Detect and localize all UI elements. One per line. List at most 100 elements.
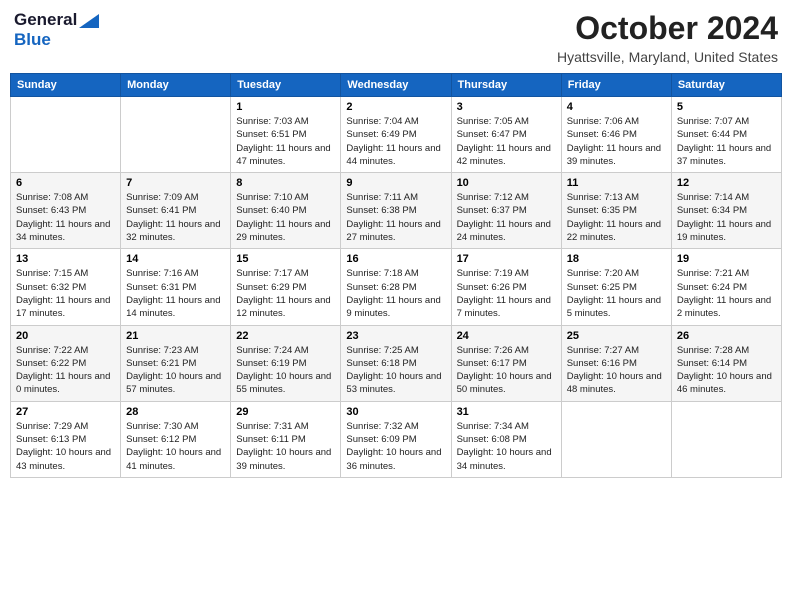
day-number: 7 — [126, 177, 225, 189]
day-number: 2 — [346, 101, 445, 113]
calendar-cell: 6 Sunrise: 7:08 AM Sunset: 6:43 PM Daylig… — [11, 173, 121, 249]
day-info: Sunrise: 7:17 AM Sunset: 6:29 PM Dayligh… — [236, 267, 335, 320]
day-info: Sunrise: 7:29 AM Sunset: 6:13 PM Dayligh… — [16, 420, 115, 473]
day-info: Sunrise: 7:27 AM Sunset: 6:16 PM Dayligh… — [567, 344, 666, 397]
day-number: 14 — [126, 253, 225, 265]
calendar-cell: 24 Sunrise: 7:26 AM Sunset: 6:17 PM Dayli… — [451, 325, 561, 401]
calendar-cell: 14 Sunrise: 7:16 AM Sunset: 6:31 PM Dayli… — [121, 249, 231, 325]
logo-blue: Blue — [14, 30, 51, 49]
day-info: Sunrise: 7:21 AM Sunset: 6:24 PM Dayligh… — [677, 267, 776, 320]
day-info: Sunrise: 7:15 AM Sunset: 6:32 PM Dayligh… — [16, 267, 115, 320]
calendar-cell: 10 Sunrise: 7:12 AM Sunset: 6:37 PM Dayli… — [451, 173, 561, 249]
calendar-cell: 12Sunrise: 7:14 AM Sunset: 6:34 PM Dayli… — [671, 173, 781, 249]
day-info: Sunrise: 7:09 AM Sunset: 6:41 PM Dayligh… — [126, 191, 225, 244]
calendar-cell: 1 Sunrise: 7:03 AM Sunset: 6:51 PM Daylig… — [231, 97, 341, 173]
day-number: 29 — [236, 406, 335, 418]
day-number: 18 — [567, 253, 666, 265]
weekday-header-monday: Monday — [121, 74, 231, 97]
day-info: Sunrise: 7:24 AM Sunset: 6:19 PM Dayligh… — [236, 344, 335, 397]
day-info: Sunrise: 7:11 AM Sunset: 6:38 PM Dayligh… — [346, 191, 445, 244]
day-number: 26 — [677, 330, 776, 342]
day-info: Sunrise: 7:12 AM Sunset: 6:37 PM Dayligh… — [457, 191, 556, 244]
day-info: Sunrise: 7:26 AM Sunset: 6:17 PM Dayligh… — [457, 344, 556, 397]
day-info: Sunrise: 7:05 AM Sunset: 6:47 PM Dayligh… — [457, 115, 556, 168]
day-number: 13 — [16, 253, 115, 265]
day-info: Sunrise: 7:10 AM Sunset: 6:40 PM Dayligh… — [236, 191, 335, 244]
day-info: Sunrise: 7:22 AM Sunset: 6:22 PM Dayligh… — [16, 344, 115, 397]
day-number: 8 — [236, 177, 335, 189]
calendar-cell: 27 Sunrise: 7:29 AM Sunset: 6:13 PM Dayli… — [11, 401, 121, 477]
calendar-cell — [561, 401, 671, 477]
day-info: Sunrise: 7:23 AM Sunset: 6:21 PM Dayligh… — [126, 344, 225, 397]
location-title: Hyattsville, Maryland, United States — [557, 49, 778, 65]
calendar-cell: 30 Sunrise: 7:32 AM Sunset: 6:09 PM Dayli… — [341, 401, 451, 477]
day-info: Sunrise: 7:19 AM Sunset: 6:26 PM Dayligh… — [457, 267, 556, 320]
day-info: Sunrise: 7:08 AM Sunset: 6:43 PM Dayligh… — [16, 191, 115, 244]
day-number: 22 — [236, 330, 335, 342]
day-number: 28 — [126, 406, 225, 418]
calendar-cell — [11, 97, 121, 173]
calendar-cell — [121, 97, 231, 173]
calendar-cell: 2Sunrise: 7:04 AM Sunset: 6:49 PM Daylig… — [341, 97, 451, 173]
page-header: General Blue October 2024 Hyattsville, M… — [10, 10, 782, 65]
day-number: 9 — [346, 177, 445, 189]
calendar-cell: 28 Sunrise: 7:30 AM Sunset: 6:12 PM Dayli… — [121, 401, 231, 477]
day-info: Sunrise: 7:25 AM Sunset: 6:18 PM Dayligh… — [346, 344, 445, 397]
calendar-cell: 8 Sunrise: 7:10 AM Sunset: 6:40 PM Daylig… — [231, 173, 341, 249]
day-info: Sunrise: 7:03 AM Sunset: 6:51 PM Dayligh… — [236, 115, 335, 168]
calendar-cell: 4Sunrise: 7:06 AM Sunset: 6:46 PM Daylig… — [561, 97, 671, 173]
day-number: 17 — [457, 253, 556, 265]
day-number: 21 — [126, 330, 225, 342]
logo: General Blue — [14, 10, 99, 50]
weekday-header-thursday: Thursday — [451, 74, 561, 97]
weekday-header-saturday: Saturday — [671, 74, 781, 97]
calendar-table: SundayMondayTuesdayWednesdayThursdayFrid… — [10, 73, 782, 478]
calendar-cell: 3 Sunrise: 7:05 AM Sunset: 6:47 PM Daylig… — [451, 97, 561, 173]
day-number: 10 — [457, 177, 556, 189]
day-number: 30 — [346, 406, 445, 418]
month-title: October 2024 — [557, 10, 778, 47]
day-info: Sunrise: 7:16 AM Sunset: 6:31 PM Dayligh… — [126, 267, 225, 320]
day-info: Sunrise: 7:13 AM Sunset: 6:35 PM Dayligh… — [567, 191, 666, 244]
weekday-header-friday: Friday — [561, 74, 671, 97]
calendar-cell: 31 Sunrise: 7:34 AM Sunset: 6:08 PM Dayli… — [451, 401, 561, 477]
day-number: 1 — [236, 101, 335, 113]
day-number: 25 — [567, 330, 666, 342]
calendar-cell: 16Sunrise: 7:18 AM Sunset: 6:28 PM Dayli… — [341, 249, 451, 325]
title-section: October 2024 Hyattsville, Maryland, Unit… — [557, 10, 778, 65]
day-number: 31 — [457, 406, 556, 418]
day-number: 24 — [457, 330, 556, 342]
day-number: 5 — [677, 101, 776, 113]
day-info: Sunrise: 7:32 AM Sunset: 6:09 PM Dayligh… — [346, 420, 445, 473]
calendar-week-2: 6 Sunrise: 7:08 AM Sunset: 6:43 PM Daylig… — [11, 173, 782, 249]
calendar-cell — [671, 401, 781, 477]
day-number: 15 — [236, 253, 335, 265]
calendar-cell: 11Sunrise: 7:13 AM Sunset: 6:35 PM Dayli… — [561, 173, 671, 249]
calendar-week-4: 20 Sunrise: 7:22 AM Sunset: 6:22 PM Dayli… — [11, 325, 782, 401]
day-number: 16 — [346, 253, 445, 265]
day-info: Sunrise: 7:07 AM Sunset: 6:44 PM Dayligh… — [677, 115, 776, 168]
calendar-cell: 15 Sunrise: 7:17 AM Sunset: 6:29 PM Dayli… — [231, 249, 341, 325]
calendar-cell: 29Sunrise: 7:31 AM Sunset: 6:11 PM Dayli… — [231, 401, 341, 477]
calendar-cell: 26 Sunrise: 7:28 AM Sunset: 6:14 PM Dayli… — [671, 325, 781, 401]
calendar-cell: 23Sunrise: 7:25 AM Sunset: 6:18 PM Dayli… — [341, 325, 451, 401]
weekday-header-wednesday: Wednesday — [341, 74, 451, 97]
calendar-cell: 9 Sunrise: 7:11 AM Sunset: 6:38 PM Daylig… — [341, 173, 451, 249]
day-info: Sunrise: 7:20 AM Sunset: 6:25 PM Dayligh… — [567, 267, 666, 320]
day-info: Sunrise: 7:30 AM Sunset: 6:12 PM Dayligh… — [126, 420, 225, 473]
calendar-cell: 17 Sunrise: 7:19 AM Sunset: 6:26 PM Dayli… — [451, 249, 561, 325]
calendar-cell: 22 Sunrise: 7:24 AM Sunset: 6:19 PM Dayli… — [231, 325, 341, 401]
calendar-cell: 25 Sunrise: 7:27 AM Sunset: 6:16 PM Dayli… — [561, 325, 671, 401]
calendar-cell: 18 Sunrise: 7:20 AM Sunset: 6:25 PM Dayli… — [561, 249, 671, 325]
day-number: 3 — [457, 101, 556, 113]
day-number: 27 — [16, 406, 115, 418]
day-number: 6 — [16, 177, 115, 189]
calendar-cell: 20 Sunrise: 7:22 AM Sunset: 6:22 PM Dayli… — [11, 325, 121, 401]
day-info: Sunrise: 7:34 AM Sunset: 6:08 PM Dayligh… — [457, 420, 556, 473]
weekday-header-row: SundayMondayTuesdayWednesdayThursdayFrid… — [11, 74, 782, 97]
calendar-cell: 5 Sunrise: 7:07 AM Sunset: 6:44 PM Daylig… — [671, 97, 781, 173]
calendar-cell: 7 Sunrise: 7:09 AM Sunset: 6:41 PM Daylig… — [121, 173, 231, 249]
calendar-week-5: 27 Sunrise: 7:29 AM Sunset: 6:13 PM Dayli… — [11, 401, 782, 477]
day-info: Sunrise: 7:28 AM Sunset: 6:14 PM Dayligh… — [677, 344, 776, 397]
day-number: 20 — [16, 330, 115, 342]
